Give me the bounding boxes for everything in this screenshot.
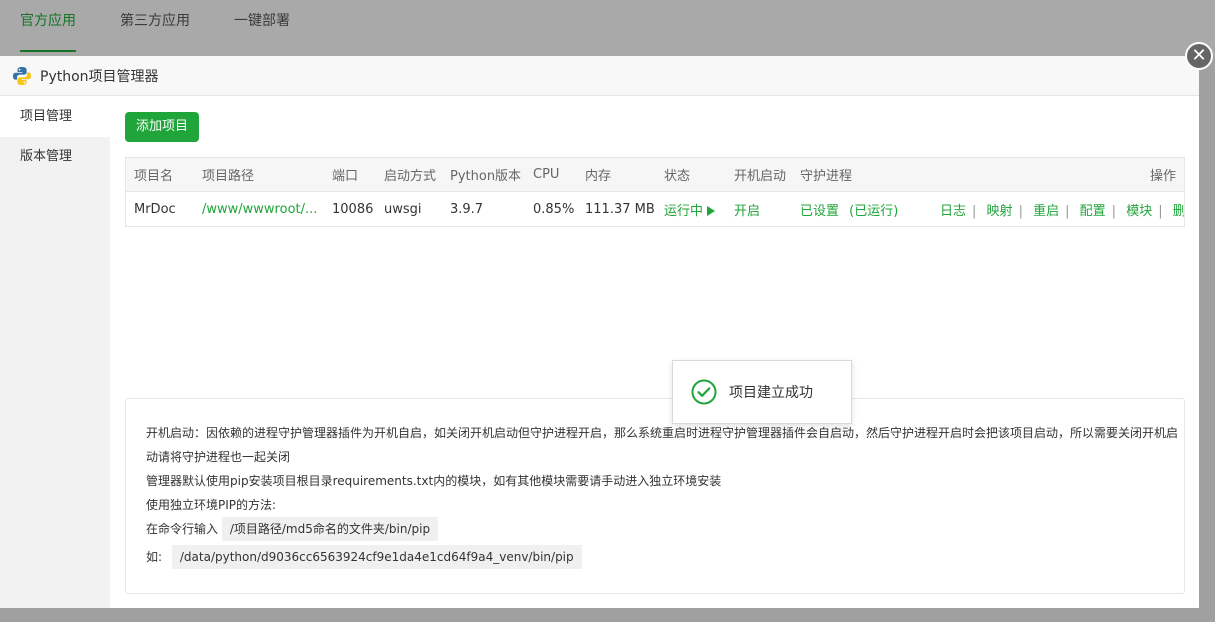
- close-modal-button[interactable]: ✕: [1185, 42, 1213, 70]
- project-table: 项目名 项目路径 端口 启动方式 Python版本 CPU 内存 状态 开机启动…: [125, 157, 1185, 227]
- header-boot: 开机启动: [734, 169, 787, 184]
- separator: |: [1111, 203, 1117, 219]
- cell-name: MrDoc: [134, 201, 176, 217]
- delete-link[interactable]: 删除: [1173, 204, 1184, 219]
- note-boot-line: 开机启动：因依赖的进程守护管理器插件为开机自启，如关闭开机启动但守护进程开启，那…: [146, 426, 1179, 440]
- log-link[interactable]: 日志: [940, 204, 966, 219]
- modal-body: 项目管理 版本管理 添加项目 项目名 项目路径 端口 启动方式 Python版本…: [0, 97, 1199, 608]
- note-boot-line-continued: 动请将守护进程也一起关闭: [146, 450, 291, 464]
- cell-daemon[interactable]: 已设置 (已运行): [792, 200, 932, 219]
- status-text: 运行中: [664, 203, 704, 219]
- header-memory: 内存: [585, 169, 612, 184]
- cell-status[interactable]: 运行中: [656, 200, 726, 219]
- cell-memory: 111.37 MB: [585, 201, 655, 217]
- note-example-prefix: 如:: [146, 550, 163, 564]
- note-command-line: 在命令行输入 /项目路径/md5命名的文件夹/bin/pip: [146, 517, 1184, 541]
- add-project-button[interactable]: 添加项目: [125, 112, 200, 142]
- table-header-row: 项目名 项目路径 端口 启动方式 Python版本 CPU 内存 状态 开机启动…: [126, 158, 1184, 192]
- main-panel: 添加项目 项目名 项目路径 端口 启动方式 Python版本 CPU 内存 状态…: [110, 97, 1199, 608]
- header-start-mode: 启动方式: [384, 169, 437, 184]
- cell-python-version: 3.9.7: [450, 201, 484, 217]
- header-status: 状态: [664, 169, 691, 184]
- config-link[interactable]: 配置: [1080, 204, 1106, 219]
- separator: |: [1018, 203, 1023, 219]
- header-port: 端口: [332, 169, 359, 184]
- header-name: 项目名: [134, 169, 174, 184]
- note-command-prefix: 在命令行输入: [146, 522, 219, 536]
- separator: |: [1065, 203, 1070, 219]
- modal-header: Python项目管理器: [0, 56, 1199, 96]
- sidebar-item-project-management[interactable]: 项目管理: [0, 97, 110, 137]
- modules-link[interactable]: 模块: [1126, 204, 1152, 219]
- header-actions: 操作: [1149, 169, 1176, 184]
- table-row: MrDoc /www/wwwroot/... 10086 uwsgi 3.9.7…: [126, 192, 1184, 226]
- note-example-line: 如: /data/python/d9036cc6563924cf9e1da4e1…: [146, 545, 1184, 569]
- sidebar: 项目管理 版本管理: [0, 97, 110, 608]
- cell-cpu: 0.85%: [533, 201, 575, 217]
- example-path-code: /data/python/d9036cc6563924cf9e1da4e1cd6…: [171, 545, 582, 569]
- mapping-link[interactable]: 映射: [987, 204, 1013, 219]
- pip-path-code: /项目路径/md5命名的文件夹/bin/pip: [221, 517, 439, 541]
- daemon-state: (已运行): [849, 203, 899, 219]
- close-icon: ✕: [1191, 45, 1207, 66]
- separator: |: [1158, 203, 1163, 219]
- cell-port: 10086: [332, 201, 374, 217]
- notes-panel: 开机启动：因依赖的进程守护管理器插件为开机自启，如关闭开机启动但守护进程开启，那…: [125, 398, 1185, 594]
- modal-title: Python项目管理器: [40, 68, 159, 85]
- play-icon: [707, 205, 716, 216]
- python-logo-icon: [13, 66, 31, 85]
- sidebar-item-version-management[interactable]: 版本管理: [0, 137, 110, 177]
- separator: |: [972, 203, 977, 219]
- cell-start-mode: uwsgi: [384, 201, 422, 217]
- python-project-manager-modal: Python项目管理器 项目管理 版本管理 添加项目 项目名 项目路径 端口 启…: [0, 56, 1199, 608]
- note-pip-method: 使用独立环境PIP的方法:: [146, 498, 277, 512]
- header-cpu: CPU: [533, 167, 560, 182]
- daemon-setting: 已设置: [800, 203, 840, 219]
- header-path: 项目路径: [202, 169, 255, 184]
- toast-message: 项目建立成功: [729, 385, 813, 401]
- success-toast: 项目建立成功: [672, 360, 852, 424]
- header-python-version: Python版本: [450, 169, 522, 184]
- cell-path-link[interactable]: /www/wwwroot/...: [194, 202, 324, 217]
- success-check-icon: [691, 379, 717, 405]
- cell-boot-toggle[interactable]: 开启: [726, 200, 792, 219]
- cell-actions: 日志 | 映射 | 重启 | 配置 | 模块 | 删除: [932, 200, 1184, 219]
- note-pip-default: 管理器默认使用pip安装项目根目录requirements.txt内的模块，如有…: [146, 474, 722, 488]
- restart-link[interactable]: 重启: [1033, 204, 1059, 219]
- header-daemon: 守护进程: [800, 169, 853, 184]
